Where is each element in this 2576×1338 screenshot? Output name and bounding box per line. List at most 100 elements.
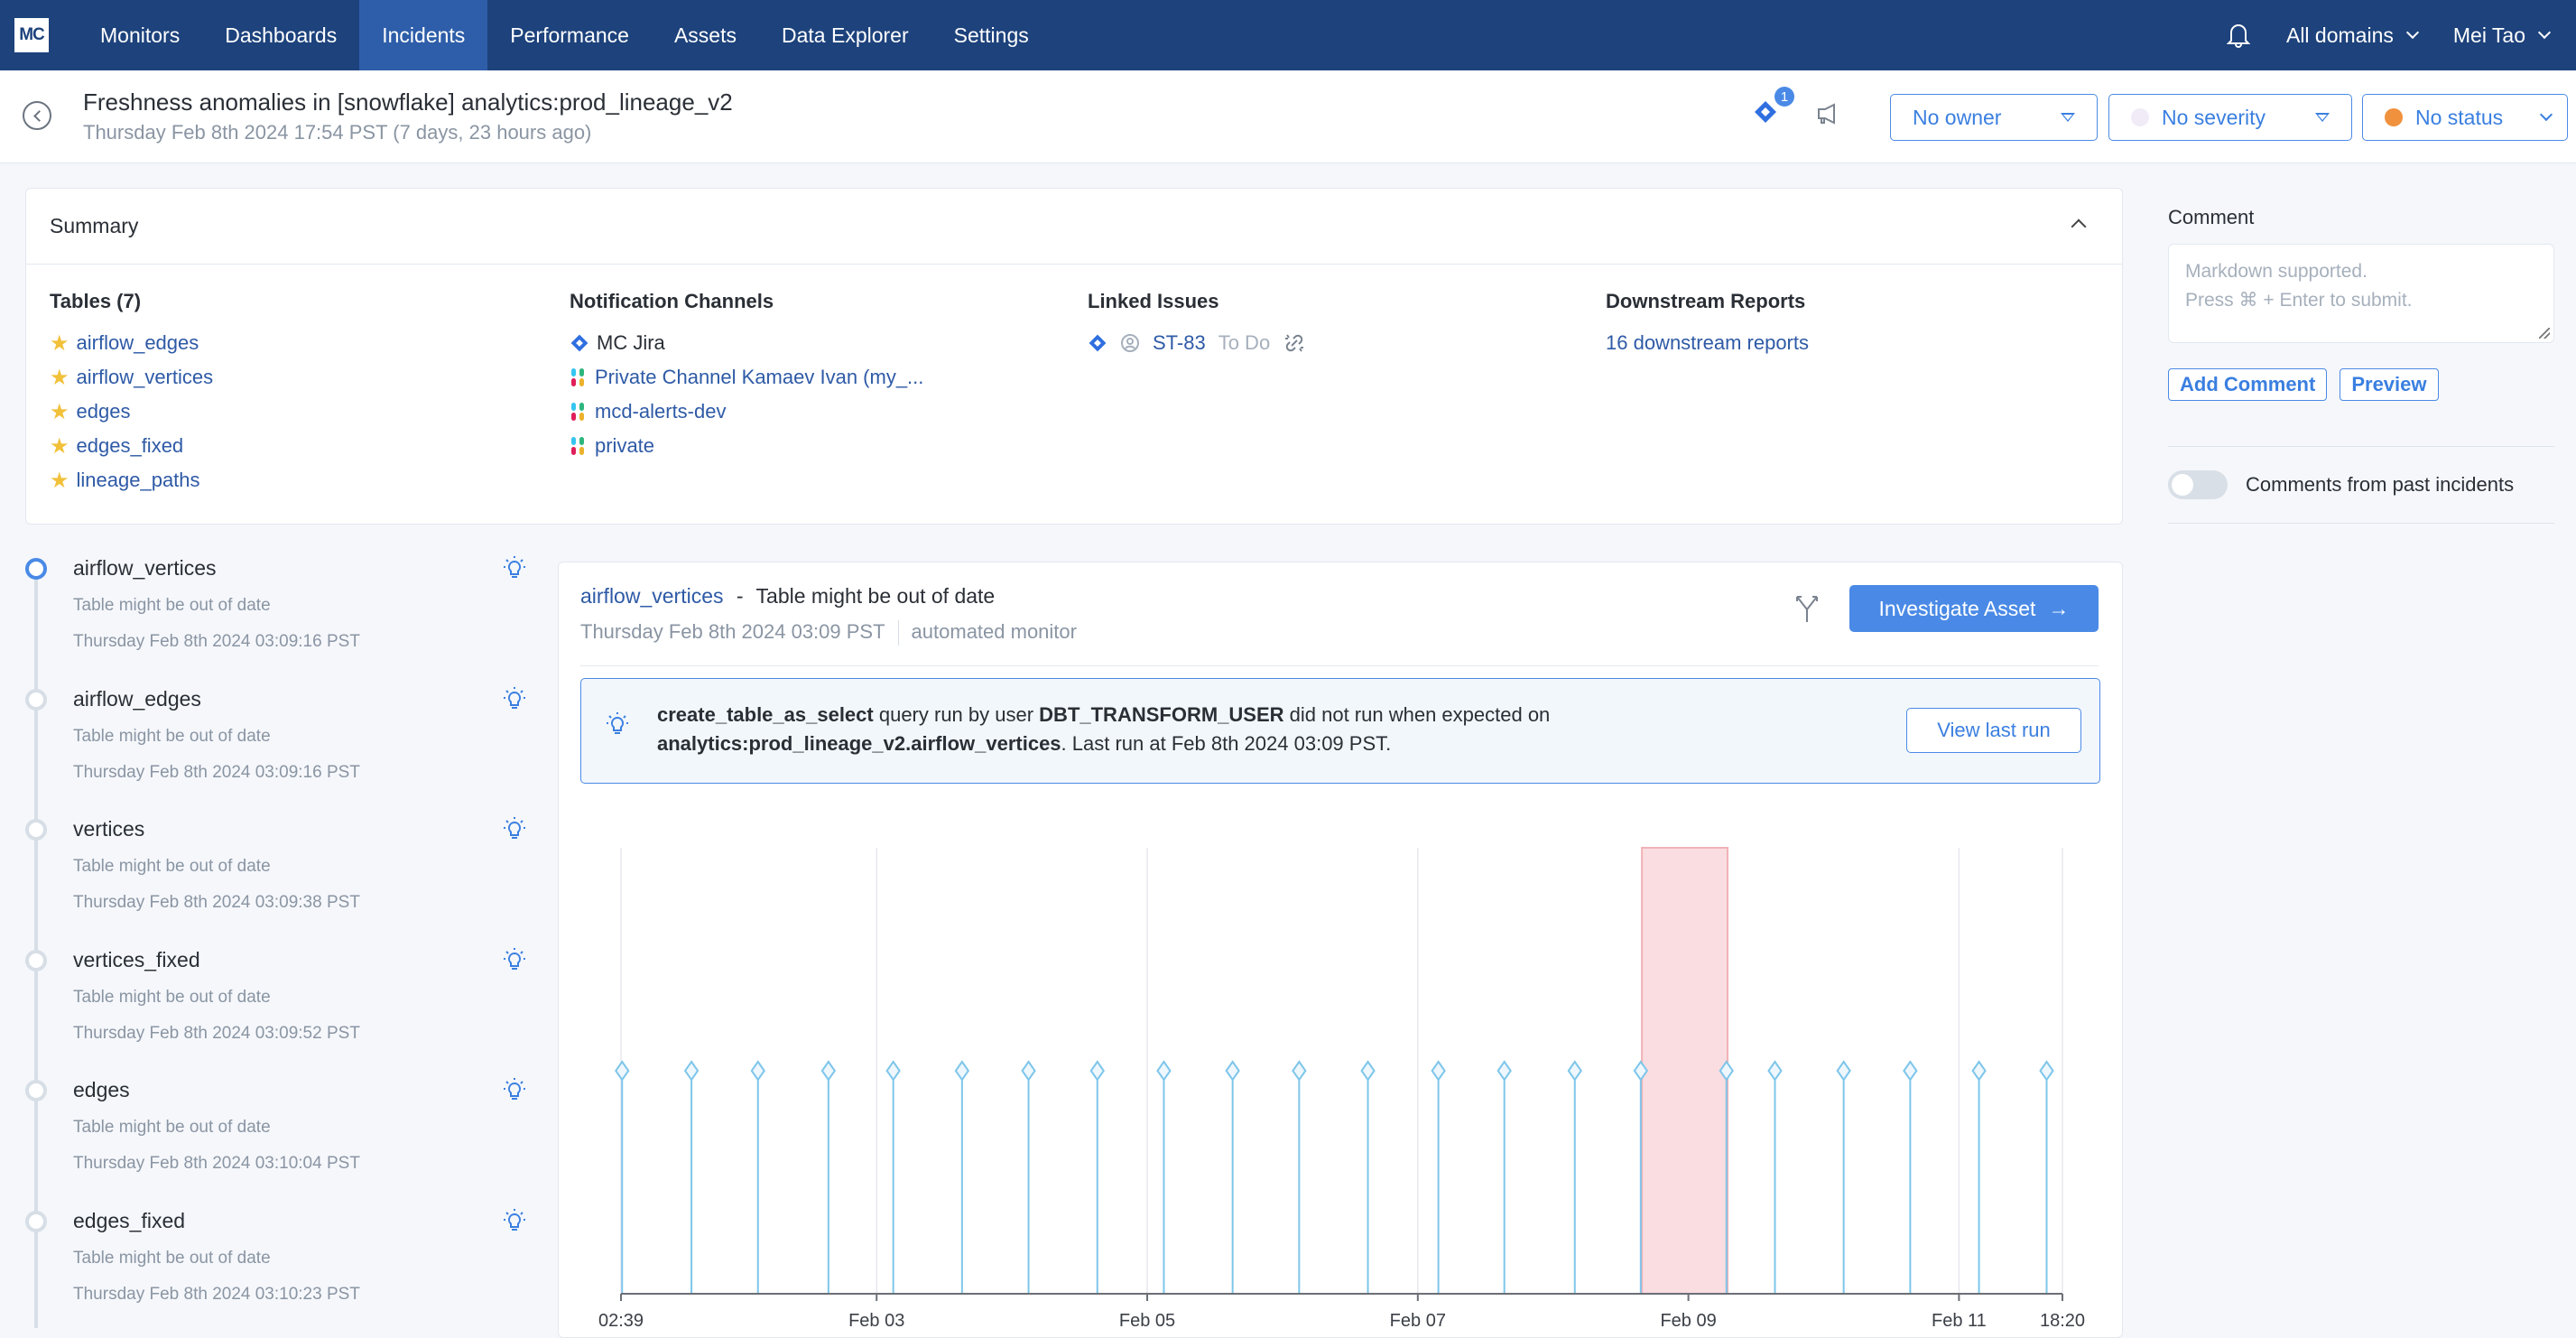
timeline-item-time: Thursday Feb 8th 2024 03:09:16 PST (73, 632, 360, 651)
update-point (1225, 1060, 1240, 1082)
timeline-marker-active (25, 558, 47, 580)
table-name: airflow_edges (76, 331, 199, 354)
channel-item[interactable]: Private Channel Kamaev Ivan (my_... (570, 360, 923, 395)
channels-heading: Notification Channels (570, 290, 774, 312)
megaphone-icon[interactable] (1816, 103, 1841, 125)
update-point (1496, 1060, 1512, 1082)
channel-item[interactable]: mcd-alerts-dev (570, 395, 923, 429)
back-button[interactable] (23, 101, 51, 130)
jira-icon (1089, 334, 1107, 352)
timeline-item-name: airflow_edges (73, 686, 201, 711)
nav-settings[interactable]: Settings (931, 0, 1052, 70)
x-tick-label: Feb 11 (1932, 1311, 1987, 1331)
update-point (954, 1060, 970, 1082)
comment-label: Comment (2168, 206, 2255, 228)
nav-data-explorer[interactable]: Data Explorer (759, 0, 931, 70)
incident-timestamp: Thursday Feb 8th 2024 17:54 PST (7 days,… (83, 121, 592, 144)
timeline-item[interactable]: vertices Table might be out of date Thur… (25, 806, 540, 937)
comments-panel: Comment Markdown supported. Press ⌘ + En… (2168, 188, 2554, 524)
timeline-item[interactable]: vertices_fixed Table might be out of dat… (25, 936, 540, 1067)
x-tick-label: 18:20 (2040, 1311, 2085, 1331)
add-comment-button[interactable]: Add Comment (2168, 368, 2328, 401)
user-menu[interactable]: Mei Tao (2453, 23, 2552, 48)
mc-logo[interactable]: MC (14, 18, 49, 52)
lightbulb-icon[interactable] (504, 1078, 525, 1103)
update-point (1971, 1060, 1987, 1082)
update-point (1360, 1060, 1376, 1082)
update-point (1156, 1060, 1172, 1082)
timeline-marker (25, 1080, 47, 1101)
lightbulb-icon[interactable] (504, 686, 525, 712)
tables-heading: Tables (7) (50, 290, 142, 312)
table-name: lineage_paths (76, 469, 200, 491)
timeline-item-time: Thursday Feb 8th 2024 03:09:16 PST (73, 762, 360, 782)
nav-performance[interactable]: Performance (487, 0, 652, 70)
nav-assets[interactable]: Assets (652, 0, 759, 70)
channel-name: mcd-alerts-dev (595, 400, 727, 423)
timeline-item[interactable]: airflow_vertices Table might be out of d… (25, 545, 540, 700)
timeline-item[interactable]: edges_fixed Table might be out of date T… (25, 1197, 540, 1328)
table-link[interactable]: ★ edges_fixed (50, 429, 213, 463)
severity-label: No severity (2162, 105, 2266, 129)
freshness-chart: 02:39 Feb 03 Feb 05 Feb 07 Feb 09 Feb 11 18:20 (598, 847, 2085, 1331)
top-nav: MC Monitors Dashboards Incidents Perform… (0, 0, 2576, 70)
table-link[interactable]: ★ airflow_vertices (50, 360, 213, 395)
divider (2168, 446, 2554, 447)
update-point (1567, 1060, 1582, 1082)
incident-title: Freshness anomalies in [snowflake] analy… (83, 88, 733, 116)
table-link[interactable]: ★ airflow_edges (50, 326, 213, 360)
lightbulb-icon[interactable] (504, 817, 525, 842)
status-dropdown[interactable]: No status (2362, 94, 2568, 141)
nav-monitors[interactable]: Monitors (78, 0, 202, 70)
lightbulb-icon[interactable] (504, 1208, 525, 1234)
timeline-item[interactable]: airflow_edges Table might be out of date… (25, 675, 540, 806)
timeline-item[interactable]: edges Table might be out of date Thursda… (25, 1067, 540, 1198)
owner-label: No owner (1913, 105, 2002, 129)
preview-button[interactable]: Preview (2340, 368, 2439, 401)
update-point (615, 1060, 630, 1082)
nav-dashboards[interactable]: Dashboards (202, 0, 359, 70)
linked-issue: ST-83 To Do (1088, 326, 1306, 360)
update-point (750, 1060, 765, 1082)
timeline-marker (25, 1210, 47, 1232)
severity-dot (2131, 108, 2149, 126)
downstream-reports-link[interactable]: 16 downstream reports (1606, 326, 1809, 360)
severity-dropdown[interactable]: No severity (2108, 94, 2352, 141)
owner-dropdown[interactable]: No owner (1890, 94, 2098, 141)
jira-icon (570, 334, 588, 352)
update-point (885, 1060, 901, 1082)
issue-key-link[interactable]: ST-83 (1153, 331, 1206, 355)
timeline-item-time: Thursday Feb 8th 2024 03:09:38 PST (73, 893, 360, 912)
slack-icon (570, 368, 588, 386)
x-tick-label: Feb 03 (848, 1311, 904, 1331)
resize-handle[interactable] (2539, 328, 2550, 339)
timeline-item-name: vertices_fixed (73, 947, 200, 971)
unlink-icon[interactable] (1283, 331, 1306, 355)
past-comments-label: Comments from past incidents (2246, 473, 2515, 496)
summary-title: Summary (50, 214, 139, 237)
comment-input[interactable]: Markdown supported. Press ⌘ + Enter to s… (2168, 244, 2554, 343)
table-link[interactable]: ★ edges (50, 395, 213, 429)
timeline-marker (25, 688, 47, 711)
update-point (1089, 1060, 1105, 1082)
past-comments-toggle[interactable] (2168, 470, 2228, 499)
x-tick-label: Feb 09 (1660, 1311, 1716, 1331)
update-point (1292, 1060, 1307, 1082)
table-link[interactable]: ★ lineage_paths (50, 463, 213, 497)
update-point (1021, 1060, 1036, 1082)
update-point (1767, 1060, 1783, 1082)
bell-icon[interactable] (2226, 22, 2250, 49)
lightbulb-icon[interactable] (504, 556, 525, 581)
summary-header[interactable]: Summary (26, 189, 2122, 265)
table-name: edges_fixed (76, 434, 184, 457)
triangle-down-icon (2315, 113, 2330, 122)
jira-icon[interactable] (1753, 99, 1778, 125)
timeline-item-time: Thursday Feb 8th 2024 03:10:23 PST (73, 1284, 360, 1304)
channel-item[interactable]: private (570, 429, 923, 463)
nav-incidents[interactable]: Incidents (359, 0, 488, 70)
channel-name: Private Channel Kamaev Ivan (my_... (595, 366, 924, 388)
lightbulb-icon[interactable] (504, 947, 525, 973)
domains-dropdown[interactable]: All domains (2286, 23, 2419, 48)
channel-name: private (595, 434, 655, 457)
slack-icon (570, 437, 588, 455)
